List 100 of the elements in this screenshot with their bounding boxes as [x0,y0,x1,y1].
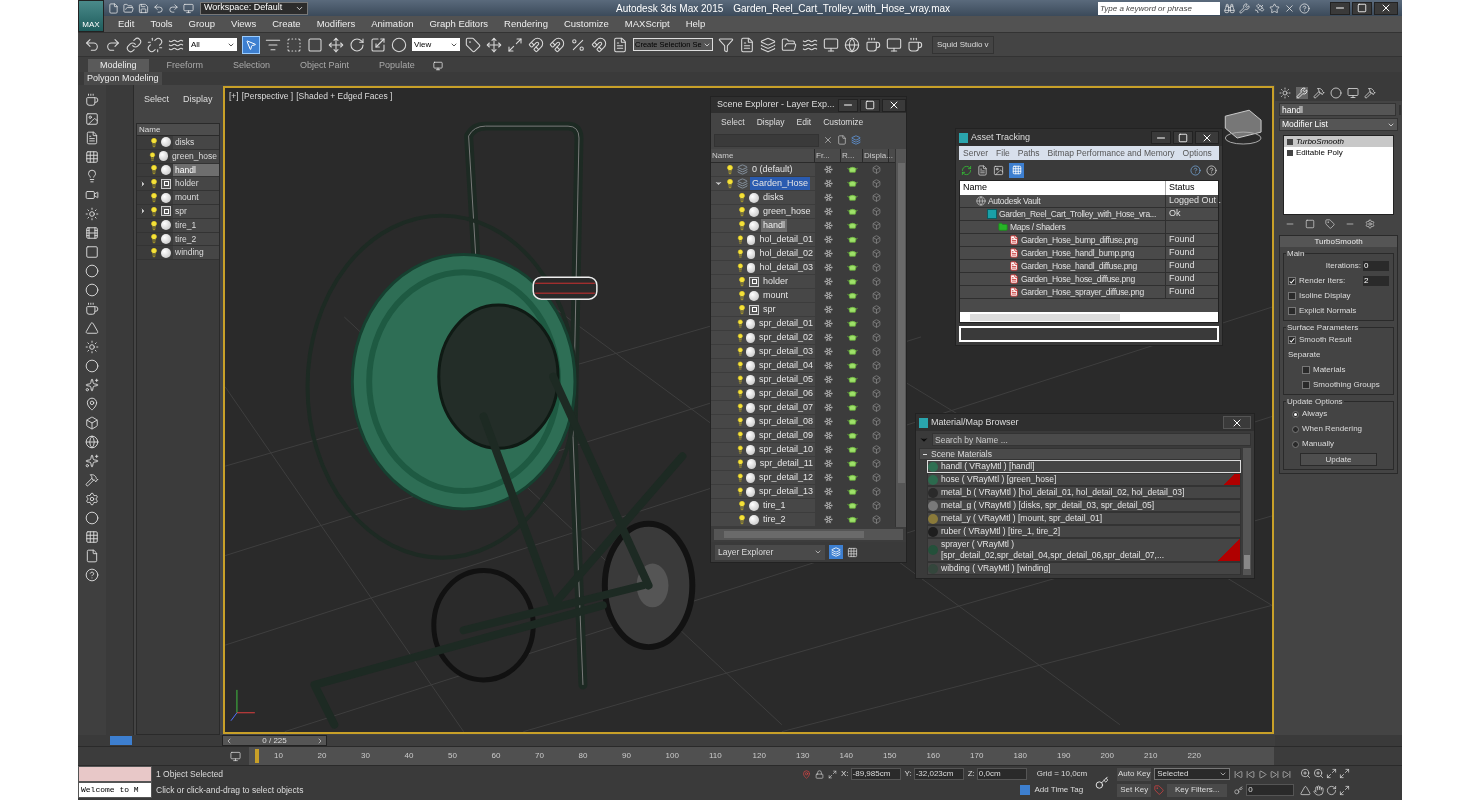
scene-item[interactable]: spr_detail_06 [756,387,815,400]
column-header[interactable]: Status [1166,181,1218,195]
viewport-label[interactable]: [Shaded + Edged Faces ] [296,90,393,103]
explorer-menu-item[interactable]: Select [144,93,169,105]
material-item[interactable]: metal_b ( VRayMtl ) [hol_detail_01, hol_detail_02, hol_detail_03] [927,486,1241,499]
maxscript-field[interactable]: Welcome to M [78,782,152,798]
explorer-type-dropdown[interactable]: Layer Explorer [715,544,825,560]
scene-item[interactable]: hol_detail_01 [757,233,815,246]
asset-name[interactable]: Maps / Shaders [1010,220,1066,234]
search-field[interactable]: Type a keyword or phrase [1098,1,1220,15]
material-item[interactable]: sprayer ( VRayMtl ) [spr_detail_02,spr_detail_04,spr_detail_06,spr_detail_07,... [927,538,1241,562]
viewport-label[interactable]: [+] [229,90,239,103]
scene-item[interactable]: tire_1 [761,499,788,512]
ribbon-tab[interactable]: Selection [221,59,283,72]
column-header[interactable]: R... [841,149,863,162]
coordinate-field[interactable]: -89,985cm [850,768,901,780]
workspace-toolbar-button[interactable]: Squid Studio v [932,35,994,54]
scene-item[interactable]: spr_detail_02 [756,331,815,344]
scene-item[interactable]: spr_detail_03 [756,345,815,358]
menu-item[interactable]: Views [230,16,257,32]
app-menu-button[interactable]: MAX [78,0,104,32]
render-iters-field[interactable]: 2 [1363,276,1389,286]
explorer-item[interactable]: winding [173,246,219,260]
viewport-label[interactable]: [Perspective ] [241,90,294,103]
menu-item[interactable]: Graph Editors [429,16,489,32]
scene-item[interactable]: spr_detail_07 [756,401,815,414]
menu-item[interactable]: Select [721,115,745,129]
asset-name[interactable]: Garden_Hose_handl_diffuse.png [1021,259,1137,273]
scene-item[interactable]: Garden_Hose [750,177,811,190]
iterations-field[interactable]: 0 [1363,261,1389,271]
menu-item[interactable]: Modifiers [316,16,356,32]
asset-name[interactable]: Garden_Reel_Cart_Trolley_with_Hose_vra... [999,207,1156,221]
menu-item[interactable]: Display [756,115,785,129]
menu-item[interactable]: Edit [796,115,812,129]
scene-item[interactable]: tire_2 [761,513,788,526]
scene-item[interactable]: hol_detail_02 [757,247,815,260]
scene-item[interactable]: spr_detail_08 [756,415,815,428]
asset-name[interactable]: Garden_Hose_bump_diffuse.png [1021,233,1138,247]
asset-name[interactable]: Garden_Hose_handl_bump.png [1021,246,1135,260]
auto-key-button[interactable]: Auto Key [1117,767,1152,781]
scene-item[interactable]: handl [761,219,788,232]
menu-item[interactable]: Bitmap Performance and Memory [1047,147,1175,159]
modifier-list-dropdown[interactable]: Modifier List [1279,118,1398,131]
scene-item[interactable]: spr_detail_11 [757,457,815,470]
menu-item[interactable]: Edit [118,16,135,32]
set-key-button[interactable]: Set Key [1117,783,1152,797]
search-field[interactable]: Search by Name ... [932,433,1251,446]
material-item[interactable]: wibding ( VRayMtl ) [winding] [927,562,1241,575]
scene-item[interactable]: spr_detail_09 [756,429,815,442]
material-item[interactable]: hose ( VRayMtl ) [green_hose] [927,473,1241,486]
menu-item[interactable]: Rendering [504,16,548,32]
scene-item[interactable]: spr_detail_04 [756,359,815,372]
scene-item[interactable]: spr_detail_13 [756,485,815,498]
menu-item[interactable]: Server [963,147,989,159]
menu-item[interactable]: Paths [1017,147,1040,159]
slider-thumb[interactable]: 0 / 225 [222,735,327,746]
ribbon-tab[interactable]: Freeform [154,59,216,72]
menu-item[interactable]: Group [188,16,215,32]
asset-name[interactable]: Autodesk Vault [988,194,1041,208]
explorer-menu-item[interactable]: Display [183,93,213,105]
menu-item[interactable]: File [996,147,1010,159]
track-bar[interactable]: 10 20 30 40 50 60 70 80 90 100 110 120 130 140 150 160 170 180 190 200 210 220 [249,747,1274,765]
coordinate-field[interactable]: -32,023cm [913,768,964,780]
scene-item[interactable]: 0 (default) [750,163,795,176]
coordinate-field[interactable]: 0,0cm [976,768,1027,780]
rollout-header[interactable]: TurboSmooth [1280,236,1397,247]
add-time-tag-button[interactable]: Add Time Tag [1034,784,1084,796]
explorer-item[interactable]: disks [173,136,219,149]
scene-item[interactable]: spr_detail_12 [756,471,815,484]
key-filters-button[interactable]: Key Filters... [1167,783,1228,797]
menu-item[interactable]: Create [272,16,301,32]
key-mode-dropdown[interactable]: Selected [1154,768,1231,780]
scene-item[interactable]: spr_detail_05 [756,373,815,386]
material-item[interactable]: metal_y ( VRayMtl ) [mount, spr_detail_01] [927,512,1241,525]
menu-item[interactable]: Customize [563,16,609,32]
menu-item[interactable]: Options [1182,147,1212,159]
material-item[interactable]: metal_g ( VRayMtl ) [disks, spr_detail_03, spr_detail_05] [927,499,1241,512]
scene-item[interactable]: hol_detail_03 [757,261,815,274]
update-button[interactable]: Update [1300,453,1377,466]
scene-item[interactable]: spr_detail_01 [756,317,815,330]
menu-item[interactable]: Tools [150,16,173,32]
menu-item[interactable]: Customize [823,115,864,129]
scene-item[interactable]: spr_detail_10 [756,443,815,456]
column-header[interactable]: Fr... [815,149,841,162]
explorer-item[interactable]: holder [173,177,219,191]
workspace-dropdown[interactable]: Workspace: Default [200,1,308,15]
ribbon-tab[interactable]: Modeling [88,59,149,72]
ribbon-tab[interactable]: Populate [367,59,427,72]
modifier-stack-item[interactable]: TurboSmooth [1284,136,1393,147]
selection-filter-dropdown[interactable]: All [189,38,237,51]
time-slider-track[interactable]: 0 / 225 [222,735,1275,746]
menu-item[interactable]: Animation [371,16,414,32]
material-group-header[interactable]: Scene Materials [919,448,1241,460]
material-item[interactable]: handl ( VRayMtl ) [handl] [927,460,1241,473]
ribbon-tab[interactable]: Object Paint [288,59,362,72]
asset-name[interactable]: Garden_Hose_hose_diffuse.png [1021,272,1135,286]
asset-name[interactable]: Garden_Hose_sprayer_diffuse.png [1021,285,1144,299]
coordinate-system-dropdown[interactable]: View [412,38,460,51]
column-header[interactable]: Name [711,149,815,162]
material-item[interactable]: ruber ( VRayMtl ) [tire_1, tire_2] [927,525,1241,538]
